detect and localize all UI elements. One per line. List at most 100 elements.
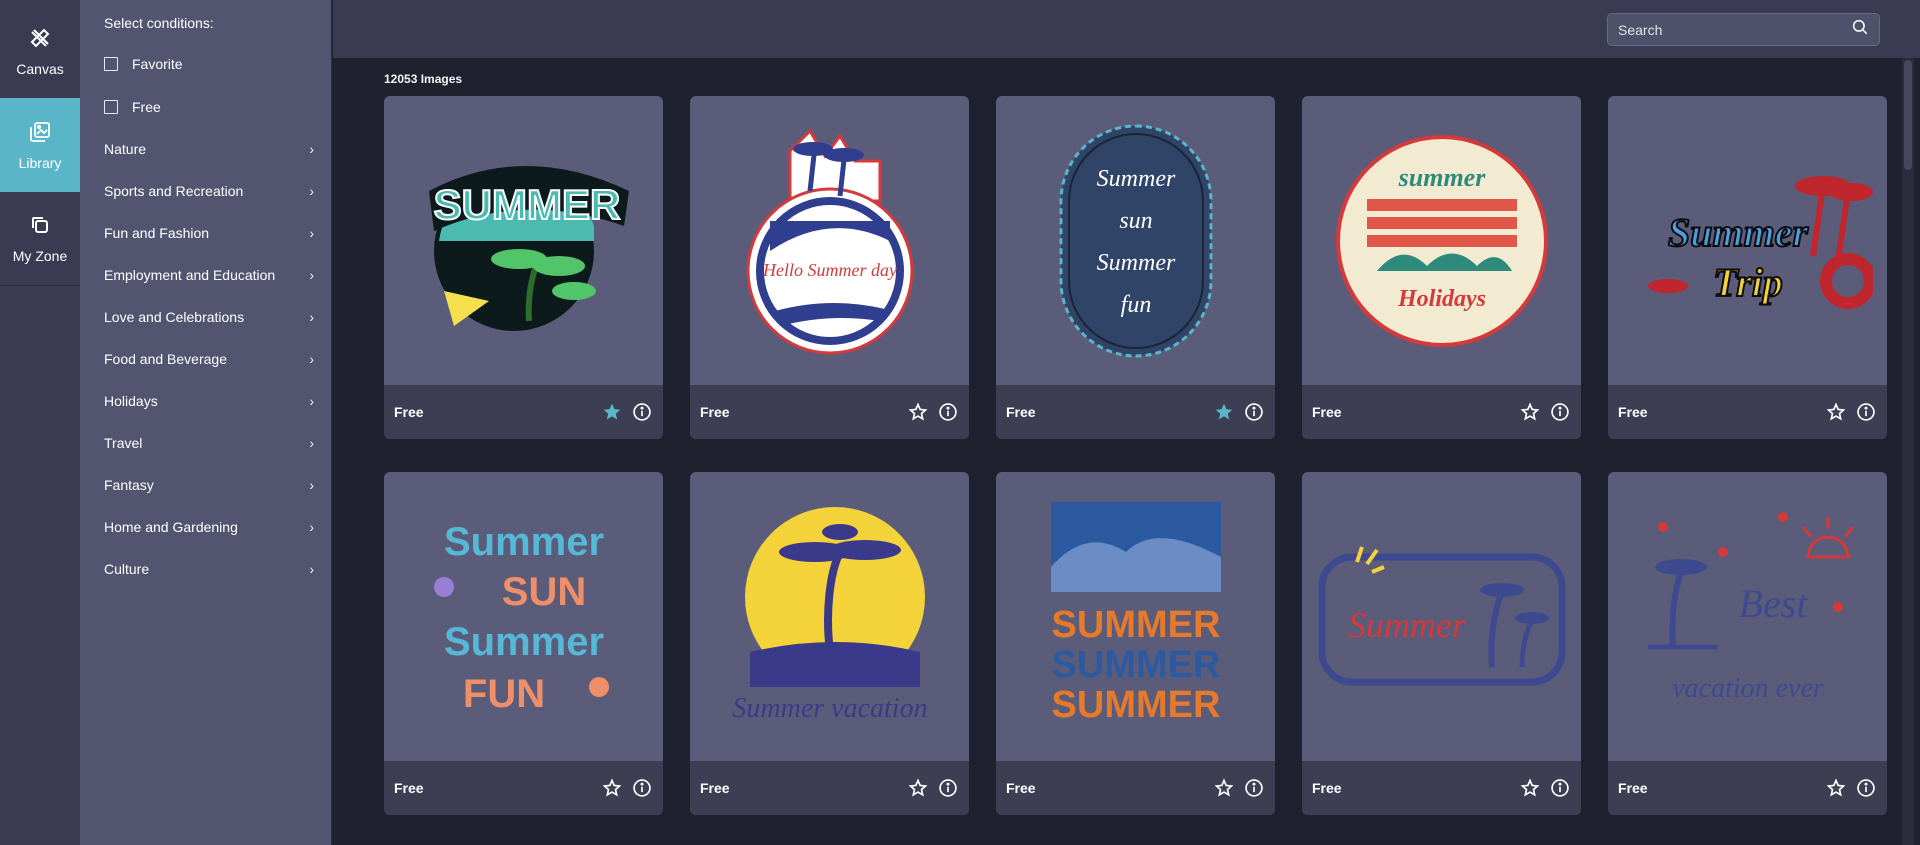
category-fantasy[interactable]: Fantasy › (104, 473, 314, 497)
info-icon[interactable] (1549, 401, 1571, 423)
info-icon[interactable] (631, 401, 653, 423)
image-card[interactable]: SUMMER SUMMER SUMMER SUMMER SUMMER SUMME… (996, 472, 1275, 815)
category-label: Holidays (104, 393, 158, 409)
svg-text:Summer: Summer (443, 520, 603, 564)
rail-canvas[interactable]: Canvas (0, 4, 80, 98)
info-icon[interactable] (1855, 777, 1877, 799)
star-icon[interactable] (1519, 777, 1541, 799)
card-artwork: Best vacation ever Best vacation ever (1608, 472, 1887, 761)
category-love-and-celebrations[interactable]: Love and Celebrations › (104, 305, 314, 329)
category-sports-and-recreation[interactable]: Sports and Recreation › (104, 179, 314, 203)
category-travel[interactable]: Travel › (104, 431, 314, 455)
image-card[interactable]: Hello Summer day Free (690, 96, 969, 439)
card-artwork: Summer Trip Summer Trip (1608, 96, 1887, 385)
card-footer: Free (1608, 385, 1887, 439)
image-card[interactable]: Summer sun Summer fun Summer sun Summer … (996, 96, 1275, 439)
info-icon[interactable] (937, 777, 959, 799)
chevron-right-icon: › (309, 183, 314, 199)
free-tag: Free (1312, 404, 1342, 420)
image-card[interactable]: SUMMER Free (384, 96, 663, 439)
star-icon[interactable] (907, 401, 929, 423)
search-icon[interactable] (1851, 18, 1869, 41)
svg-text:Summer Trip: Summer Trip (1745, 325, 1751, 327)
star-icon[interactable] (1519, 401, 1541, 423)
svg-text:SUMMER: SUMMER (1051, 604, 1220, 646)
svg-text:Summer vacation: Summer vacation (732, 693, 927, 724)
category-home-and-gardening[interactable]: Home and Gardening › (104, 515, 314, 539)
card-footer: Free (996, 385, 1275, 439)
star-icon[interactable] (601, 777, 623, 799)
search-box[interactable] (1607, 13, 1880, 46)
card-artwork: Summer SUN Summer FUN Summer SUN Summer … (384, 472, 663, 761)
free-tag: Free (700, 780, 730, 796)
star-icon[interactable] (1825, 777, 1847, 799)
chevron-right-icon: › (309, 309, 314, 325)
free-tag: Free (1006, 404, 1036, 420)
info-icon[interactable] (1549, 777, 1571, 799)
category-fun-and-fashion[interactable]: Fun and Fashion › (104, 221, 314, 245)
category-label: Employment and Education (104, 267, 276, 283)
svg-text:Holidays: Holidays (1397, 286, 1486, 312)
svg-text:sun: sun (1119, 208, 1152, 234)
category-nature[interactable]: Nature › (104, 137, 314, 161)
left-rail: Canvas Library My Zone (0, 0, 80, 845)
rail-myzone[interactable]: My Zone (0, 192, 80, 286)
image-card[interactable]: summer Holidays summer Holidays Free (1302, 96, 1581, 439)
star-icon[interactable] (907, 777, 929, 799)
category-holidays[interactable]: Holidays › (104, 389, 314, 413)
checkbox-square[interactable] (104, 57, 118, 71)
image-card[interactable]: Summer Trip Summer Trip Free (1608, 96, 1887, 439)
image-card[interactable]: Summer Free (1302, 472, 1581, 815)
svg-text:Best: Best (1738, 581, 1808, 626)
info-icon[interactable] (1855, 401, 1877, 423)
star-icon[interactable] (1213, 401, 1235, 423)
svg-text:summer: summer (1397, 163, 1486, 192)
svg-text:Summer sun Summer fun: Summer sun Summer fun (1130, 347, 1142, 349)
star-icon[interactable] (601, 401, 623, 423)
info-icon[interactable] (1243, 401, 1265, 423)
favorite-checkbox-label: Favorite (132, 56, 183, 72)
scrollbar-thumb[interactable] (1904, 60, 1912, 170)
pencil-ruler-icon (28, 26, 52, 55)
scrollbar[interactable] (1902, 58, 1914, 845)
category-label: Travel (104, 435, 143, 451)
svg-text:Hello Summer day: Hello Summer day (762, 260, 897, 280)
search-input[interactable] (1618, 21, 1851, 38)
filter-panel: Select conditions: Favorite Free Nature ›… (80, 0, 332, 845)
info-icon[interactable] (937, 401, 959, 423)
image-card[interactable]: Best vacation ever Best vacation ever Fr… (1608, 472, 1887, 815)
card-footer: Free (996, 761, 1275, 815)
card-footer: Free (384, 385, 663, 439)
gallery-icon (28, 120, 52, 149)
filter-panel-title: Select conditions: (104, 15, 214, 31)
card-artwork: Summer vacation (690, 472, 969, 761)
card-footer: Free (384, 761, 663, 815)
category-label: Culture (104, 561, 150, 577)
image-card[interactable]: Summer SUN Summer FUN Summer SUN Summer … (384, 472, 663, 815)
category-employment-and-education[interactable]: Employment and Education › (104, 263, 314, 287)
card-artwork: summer Holidays summer Holidays (1302, 96, 1581, 385)
rail-library-label: Library (18, 154, 62, 171)
card-footer: Free (690, 385, 969, 439)
rail-library[interactable]: Library (0, 98, 80, 192)
category-label: Sports and Recreation (104, 183, 244, 199)
category-label: Love and Celebrations (104, 309, 245, 325)
category-culture[interactable]: Culture › (104, 557, 314, 581)
card-footer: Free (1302, 761, 1581, 815)
star-icon[interactable] (1825, 401, 1847, 423)
checkbox-square[interactable] (104, 100, 118, 114)
star-icon[interactable] (1213, 777, 1235, 799)
image-card[interactable]: Summer vacation Free (690, 472, 969, 815)
info-icon[interactable] (631, 777, 653, 799)
rail-canvas-label: Canvas (16, 60, 64, 77)
free-checkbox[interactable]: Free (104, 99, 161, 115)
category-label: Nature (104, 141, 147, 157)
card-footer: Free (690, 761, 969, 815)
svg-text:SUMMER: SUMMER (1051, 684, 1220, 726)
svg-text:SUMMER: SUMMER (433, 181, 620, 228)
rail-myzone-label: My Zone (12, 248, 68, 264)
chevron-right-icon: › (309, 477, 314, 493)
favorite-checkbox[interactable]: Favorite (104, 56, 183, 72)
category-food-and-beverage[interactable]: Food and Beverage › (104, 347, 314, 371)
info-icon[interactable] (1243, 777, 1265, 799)
